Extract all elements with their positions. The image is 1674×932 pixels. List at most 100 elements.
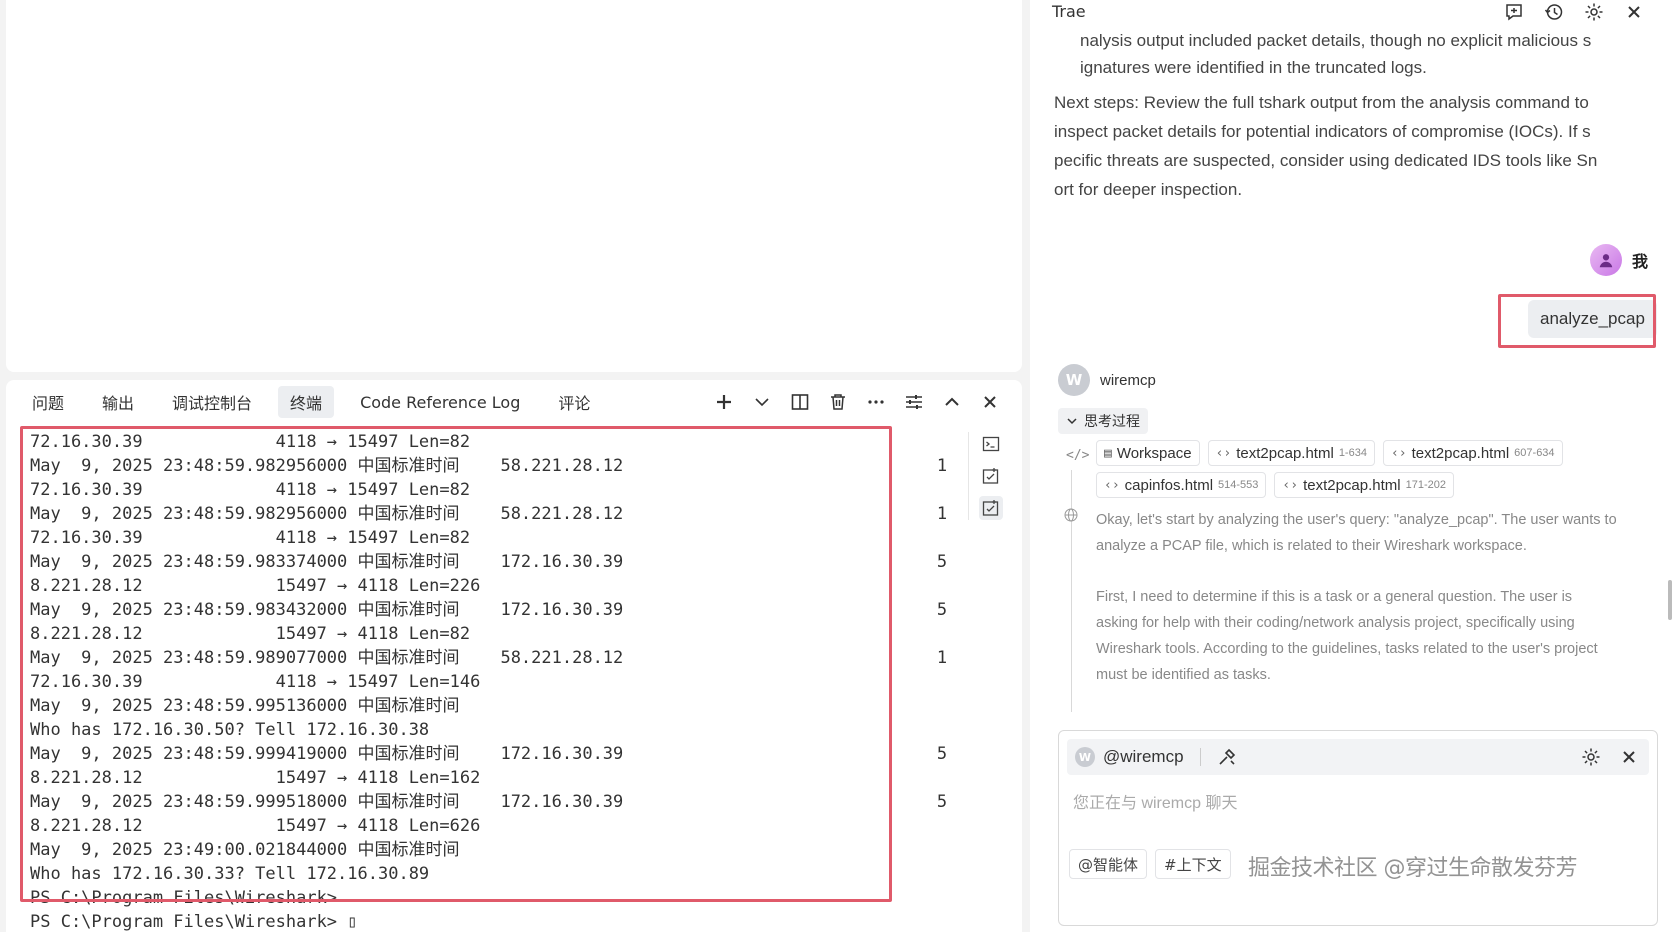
reference-name: text2pcap.html <box>1411 444 1510 462</box>
tab-debug-console[interactable]: 调试控制台 <box>160 386 264 418</box>
thinking-label: 思考过程 <box>1084 414 1140 430</box>
terminal-count <box>932 574 952 598</box>
reference-chip[interactable]: ‹› capinfos.html 514-553 <box>1096 472 1267 498</box>
reference-range: 171-202 <box>1405 479 1446 491</box>
next-steps-line-3: pecific threats are suspected, consider … <box>1054 151 1598 170</box>
terminal-count <box>932 694 952 718</box>
user-header: 我 <box>1590 244 1648 276</box>
chat-input-placeholder[interactable]: 您正在与 wiremcp 聊天 <box>1073 789 1237 813</box>
tab-code-reference-log[interactable]: Code Reference Log <box>348 389 532 416</box>
terminal-count: 1 <box>936 648 948 668</box>
terminal-count <box>932 886 952 910</box>
thought-line-6: must be identified as tasks. <box>1096 667 1271 683</box>
new-chat-icon[interactable] <box>1502 0 1526 24</box>
context-button[interactable]: #上下文 <box>1155 849 1231 879</box>
terminal-output[interactable]: 72.16.30.39 4118 → 15497 Len=82 May 9, 20… <box>22 428 902 932</box>
reference-chips: ▤ Workspace ‹› text2pcap.html 1-634 ‹› text2pc… <box>1096 440 1656 498</box>
sliders-icon[interactable] <box>902 390 926 414</box>
workspace-icon: ▤ <box>1104 445 1112 461</box>
gear-icon[interactable] <box>1581 747 1601 767</box>
terminal-count <box>932 862 952 886</box>
terminal-icon[interactable] <box>979 432 1003 456</box>
reference-chip[interactable]: ‹› text2pcap.html 171-202 <box>1274 472 1454 498</box>
close-icon[interactable] <box>978 390 1002 414</box>
terminal-line: May 9, 2025 23:48:59.982956000 中国标准时间 58… <box>30 456 624 476</box>
terminal-line: 8.221.28.12 15497 → 4118 Len=226 <box>30 576 481 596</box>
terminal-count: 5 <box>936 792 948 812</box>
split-icon[interactable] <box>788 390 812 414</box>
prev-paragraph-line-1: nalysis output included packet details, … <box>1080 31 1592 50</box>
highlight-box-user-message <box>1498 294 1656 348</box>
gear-icon[interactable] <box>1582 0 1606 24</box>
terminal-count <box>932 718 952 742</box>
bot-name: wiremcp <box>1100 371 1156 389</box>
tab-problems[interactable]: 问题 <box>20 386 76 418</box>
close-chat-icon[interactable] <box>1622 0 1646 24</box>
history-icon[interactable] <box>1542 0 1566 24</box>
tools-icon[interactable] <box>1217 747 1237 767</box>
chat-header-actions <box>1502 0 1646 24</box>
chat-scrollbar[interactable] <box>1668 580 1672 620</box>
editor-area[interactable] <box>6 0 1022 372</box>
terminal-count <box>932 838 952 862</box>
reference-chip[interactable]: ‹› text2pcap.html 1-634 <box>1207 440 1375 466</box>
terminal-count <box>932 910 952 932</box>
terminal-line: 8.221.28.12 15497 → 4118 Len=162 <box>30 768 481 788</box>
terminal-count: 5 <box>936 600 948 620</box>
terminal-line: May 9, 2025 23:48:59.995136000 中国标准时间 <box>30 696 460 716</box>
terminal-count: 1 <box>936 456 948 476</box>
terminal-line: 8.221.28.12 15497 → 4118 Len=82 <box>30 624 471 644</box>
terminal-counts: 1 1 5 5 1 5 5 <box>932 430 952 932</box>
more-icon[interactable] <box>864 390 888 414</box>
terminal-line: PS C:\Program Files\Wireshark> ▯ <box>30 912 358 932</box>
terminal-line: May 9, 2025 23:48:59.999518000 中国标准时间 17… <box>30 792 624 812</box>
avatar <box>1590 244 1622 276</box>
reference-name: text2pcap.html <box>1303 476 1401 494</box>
close-icon[interactable] <box>1619 747 1639 767</box>
terminal-line: Who has 172.16.30.50? Tell 172.16.30.38 <box>30 720 430 740</box>
terminal-line: 8.221.28.12 15497 → 4118 Len=626 <box>30 816 481 836</box>
chevron-down-icon <box>1067 418 1077 425</box>
terminal-count: 5 <box>936 552 948 572</box>
user-name: 我 <box>1632 252 1649 271</box>
thinking-toggle[interactable]: 思考过程 <box>1058 408 1148 434</box>
terminal-line: May 9, 2025 23:48:59.989077000 中国标准时间 58… <box>30 648 624 668</box>
next-steps-line-4: ort for deeper inspection. <box>1054 180 1243 199</box>
chevron-up-icon[interactable] <box>940 390 964 414</box>
terminal-count <box>932 622 952 646</box>
reference-chip[interactable]: ▤ Workspace <box>1096 440 1200 466</box>
chat-title: Trae <box>1052 2 1086 21</box>
reference-range: 607-634 <box>1514 447 1555 459</box>
terminal-count <box>932 670 952 694</box>
thought-line-4: asking for help with their coding/networ… <box>1096 615 1575 631</box>
trash-icon[interactable] <box>826 390 850 414</box>
terminal-line: 72.16.30.39 4118 → 15497 Len=146 <box>30 672 481 692</box>
thought-line-2: analyze a PCAP file, which is related to… <box>1096 538 1527 554</box>
reference-name: text2pcap.html <box>1236 444 1334 462</box>
mention-label[interactable]: @wiremcp <box>1103 747 1184 767</box>
terminal-task-icon[interactable] <box>979 464 1003 488</box>
terminal-count <box>932 478 952 502</box>
agent-button[interactable]: @智能体 <box>1069 849 1148 879</box>
mention-bar: W @wiremcp <box>1067 739 1649 775</box>
terminal-line: PS C:\Program Files\Wireshark> <box>30 888 338 908</box>
tab-output[interactable]: 输出 <box>90 386 146 418</box>
reference-name: capinfos.html <box>1124 476 1214 494</box>
reference-chip[interactable]: ‹› text2pcap.html 607-634 <box>1382 440 1563 466</box>
terminal-count: 5 <box>936 744 948 764</box>
screen: 问题 输出 调试控制台 终端 Code Reference Log 评论 72.… <box>0 0 1674 932</box>
plus-icon[interactable] <box>712 390 736 414</box>
reference-range: 1-634 <box>1338 447 1367 459</box>
mention-actions <box>1581 747 1639 767</box>
terminal-count <box>932 430 952 454</box>
terminal-line: May 9, 2025 23:48:59.983374000 中国标准时间 17… <box>30 552 624 572</box>
panel-actions <box>712 390 1002 414</box>
thought-line-5: Wireshark tools. According to the guidel… <box>1096 641 1598 657</box>
tab-terminal[interactable]: 终端 <box>278 386 335 418</box>
terminal-task-icon-active[interactable] <box>979 496 1003 520</box>
tab-comments[interactable]: 评论 <box>546 386 602 418</box>
terminal-list <box>968 432 1010 520</box>
code-icon: ‹› <box>1215 445 1232 461</box>
terminal-lines: 72.16.30.39 4118 → 15497 Len=82 May 9, 20… <box>22 428 902 932</box>
chevron-down-icon[interactable] <box>750 390 774 414</box>
